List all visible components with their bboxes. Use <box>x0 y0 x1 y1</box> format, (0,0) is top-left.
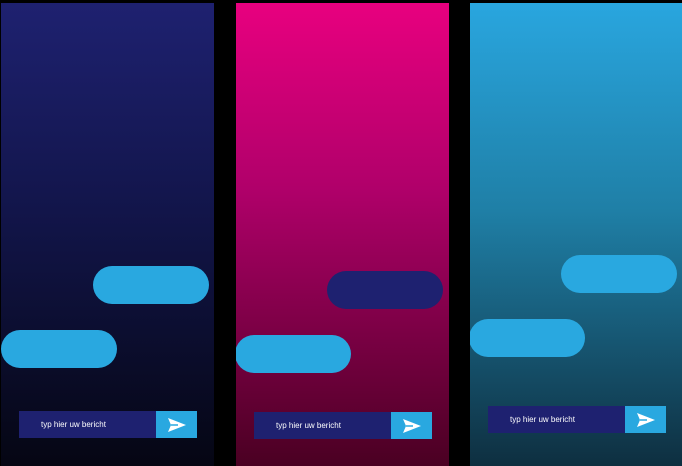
message-bubble-outgoing[interactable] <box>93 266 209 304</box>
send-button[interactable] <box>156 411 197 438</box>
message-bubble-outgoing[interactable] <box>561 255 677 293</box>
chat-panel-sky: typ hier uw bericht <box>470 3 682 466</box>
chat-panel-magenta: typ hier uw bericht <box>236 3 449 466</box>
message-bubble-outgoing[interactable] <box>327 271 443 309</box>
chat-panel-navy: typ hier uw bericht <box>1 3 214 466</box>
send-button[interactable] <box>625 406 666 433</box>
send-icon <box>402 418 421 433</box>
message-input[interactable]: typ hier uw bericht <box>254 412 391 439</box>
send-icon <box>167 417 186 432</box>
message-bubble-incoming[interactable] <box>1 330 117 368</box>
message-composer: typ hier uw bericht <box>488 406 666 433</box>
send-button[interactable] <box>391 412 432 439</box>
message-bubble-incoming[interactable] <box>236 335 351 373</box>
message-input[interactable]: typ hier uw bericht <box>19 411 156 438</box>
chat-theme-showcase: typ hier uw bericht typ hier uw bericht <box>0 0 682 466</box>
send-icon <box>636 412 655 427</box>
message-bubble-incoming[interactable] <box>470 319 585 357</box>
message-input[interactable]: typ hier uw bericht <box>488 406 625 433</box>
message-composer: typ hier uw bericht <box>254 412 432 439</box>
message-composer: typ hier uw bericht <box>19 411 197 438</box>
